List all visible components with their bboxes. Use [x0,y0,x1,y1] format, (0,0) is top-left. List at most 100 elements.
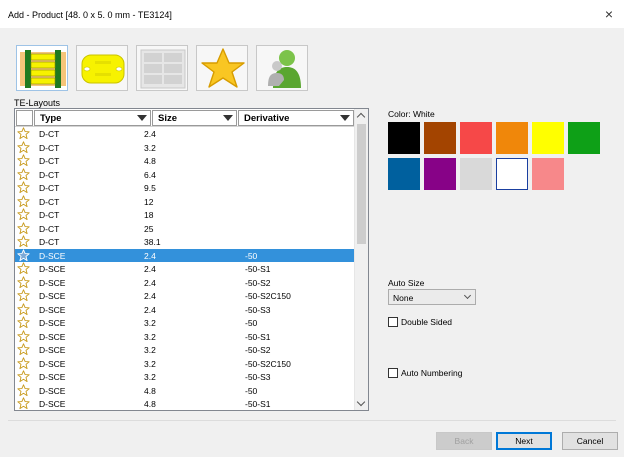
type-column-label: Type [40,113,62,124]
type-cell: D-SCE [39,372,66,382]
double-sided-label: Double Sided [401,317,453,327]
type-cell: D-SCE [39,399,66,409]
chevron-down-icon [463,291,472,300]
color-swatch-red[interactable] [460,122,492,154]
color-swatch-green[interactable] [568,122,600,154]
color-swatch-orange[interactable] [496,122,528,154]
color-swatch-brown[interactable] [424,122,456,154]
sheet-label-button[interactable] [136,45,188,91]
color-swatch-yellow[interactable] [532,122,564,154]
auto-numbering-checkbox[interactable] [388,368,398,378]
yellow-tag-icon [81,54,125,84]
color-swatch-pink[interactable] [532,158,564,190]
favorite-star-icon[interactable] [17,194,30,208]
derivative-cell: -50-S2 [245,277,271,288]
size-cell: 9.5 [144,183,156,193]
auto-size-select[interactable]: None [388,289,476,305]
type-cell: D-SCE [39,264,66,274]
table-row[interactable]: D-CT 12 [15,194,355,209]
cancel-button[interactable]: Cancel [562,432,618,450]
table-row[interactable]: D-SCE 2.4 -50-S3 [15,302,355,317]
auto-numbering-label: Auto Numbering [401,368,463,378]
favorite-star-icon[interactable] [17,343,30,356]
auto-size-value: None [393,293,414,303]
double-sided-checkbox[interactable] [388,317,398,327]
favorite-star-icon[interactable] [17,397,30,410]
favorite-star-icon[interactable] [17,140,30,154]
favorite-star-icon[interactable] [17,370,30,383]
table-row[interactable]: D-SCE 3.2 -50-S2 [15,343,355,357]
table-row[interactable]: D-SCE 4.8 -50 [15,383,355,398]
color-swatch-blue[interactable] [388,158,420,190]
favorite-star-icon[interactable] [17,302,30,316]
table-row[interactable]: D-SCE 2.4 -50-S1 [15,262,355,276]
derivative-cell: -50-S1 [245,399,271,409]
table-row[interactable]: D-CT 3.2 [15,140,355,155]
favorite-star-icon[interactable] [17,289,30,302]
favorite-star-icon[interactable] [17,316,30,329]
favorite-star-icon[interactable] [17,208,30,221]
table-row[interactable]: D-CT 4.8 [15,154,355,168]
size-column-header[interactable]: Size [152,110,237,126]
table-row[interactable]: D-SCE 3.2 -50-S2C150 [15,356,355,371]
next-button[interactable]: Next [496,432,552,450]
table-row[interactable]: D-SCE 2.4 -50 [15,248,355,262]
favorite-star-icon[interactable] [17,221,30,235]
layouts-grid: Type Size Derivative D-CT 2.4 D-CT 3.2 D-CT 4… [14,108,369,411]
favorite-star-icon[interactable] [17,248,30,262]
favorite-star-icon[interactable] [17,235,30,248]
table-row[interactable]: D-CT 9.5 [15,181,355,195]
table-row[interactable]: D-CT 2.4 [15,127,355,141]
layouts-rows: D-CT 2.4 D-CT 3.2 D-CT 4.8 D-CT 6.4 D-CT 9.5 D-CT 1… [15,127,355,410]
color-swatch-white[interactable] [496,158,528,190]
close-button[interactable]: × [598,4,620,24]
color-swatch-violet[interactable] [424,158,456,190]
derivative-cell: -50-S1 [245,331,271,342]
user-layouts-button[interactable] [256,45,308,91]
favorite-star-icon[interactable] [17,383,30,397]
size-column-label: Size [158,113,178,124]
scroll-down-icon[interactable] [355,396,368,410]
star-column-header[interactable] [16,110,33,126]
size-cell: 2.4 [144,129,156,139]
size-cell: 3.2 [144,331,156,342]
size-filter-dropdown-icon[interactable] [220,111,236,125]
type-cell: D-SCE [39,358,66,369]
favorite-star-icon[interactable] [17,356,30,370]
table-row[interactable]: D-SCE 2.4 -50-S2 [15,275,355,290]
derivative-cell: -50-S1 [245,264,271,274]
table-row[interactable]: D-SCE 2.4 -50-S2C150 [15,289,355,303]
favorite-star-icon[interactable] [17,181,30,194]
favorite-star-icon[interactable] [17,154,30,167]
table-row[interactable]: D-SCE 3.2 -50 [15,316,355,330]
color-swatch-black[interactable] [388,122,420,154]
type-cell: D-CT [39,237,60,247]
table-row[interactable]: D-CT 38.1 [15,235,355,249]
window-title: Add - Product [48. 0 x 5. 0 mm - TE3124] [8,10,172,20]
table-row[interactable]: D-SCE 3.2 -50-S1 [15,329,355,344]
table-row[interactable]: D-CT 6.4 [15,167,355,182]
favorite-star-icon[interactable] [17,262,30,275]
table-row[interactable]: D-SCE 3.2 -50-S3 [15,370,355,384]
table-row[interactable]: D-CT 25 [15,221,355,236]
color-swatch-grey[interactable] [460,158,492,190]
table-row[interactable]: D-SCE 4.8 -50-S1 [15,397,355,410]
vertical-scrollbar[interactable] [354,109,368,410]
favorites-star-icon [201,48,245,88]
favorites-button[interactable] [196,45,248,91]
derivative-filter-dropdown-icon[interactable] [337,111,353,125]
back-button[interactable]: Back [436,432,492,450]
favorite-star-icon[interactable] [17,275,30,289]
favorite-star-icon[interactable] [17,329,30,343]
derivative-column-header[interactable]: Derivative [238,110,354,126]
scroll-up-icon[interactable] [355,109,368,123]
table-row[interactable]: D-CT 18 [15,208,355,222]
tag-label-button[interactable] [76,45,128,91]
favorite-star-icon[interactable] [17,127,30,140]
ladder-label-button[interactable] [16,45,68,91]
type-column-header[interactable]: Type [34,110,151,126]
type-filter-dropdown-icon[interactable] [134,111,150,125]
favorite-star-icon[interactable] [17,167,30,181]
derivative-cell: -50 [245,250,258,261]
scroll-thumb[interactable] [357,124,366,244]
